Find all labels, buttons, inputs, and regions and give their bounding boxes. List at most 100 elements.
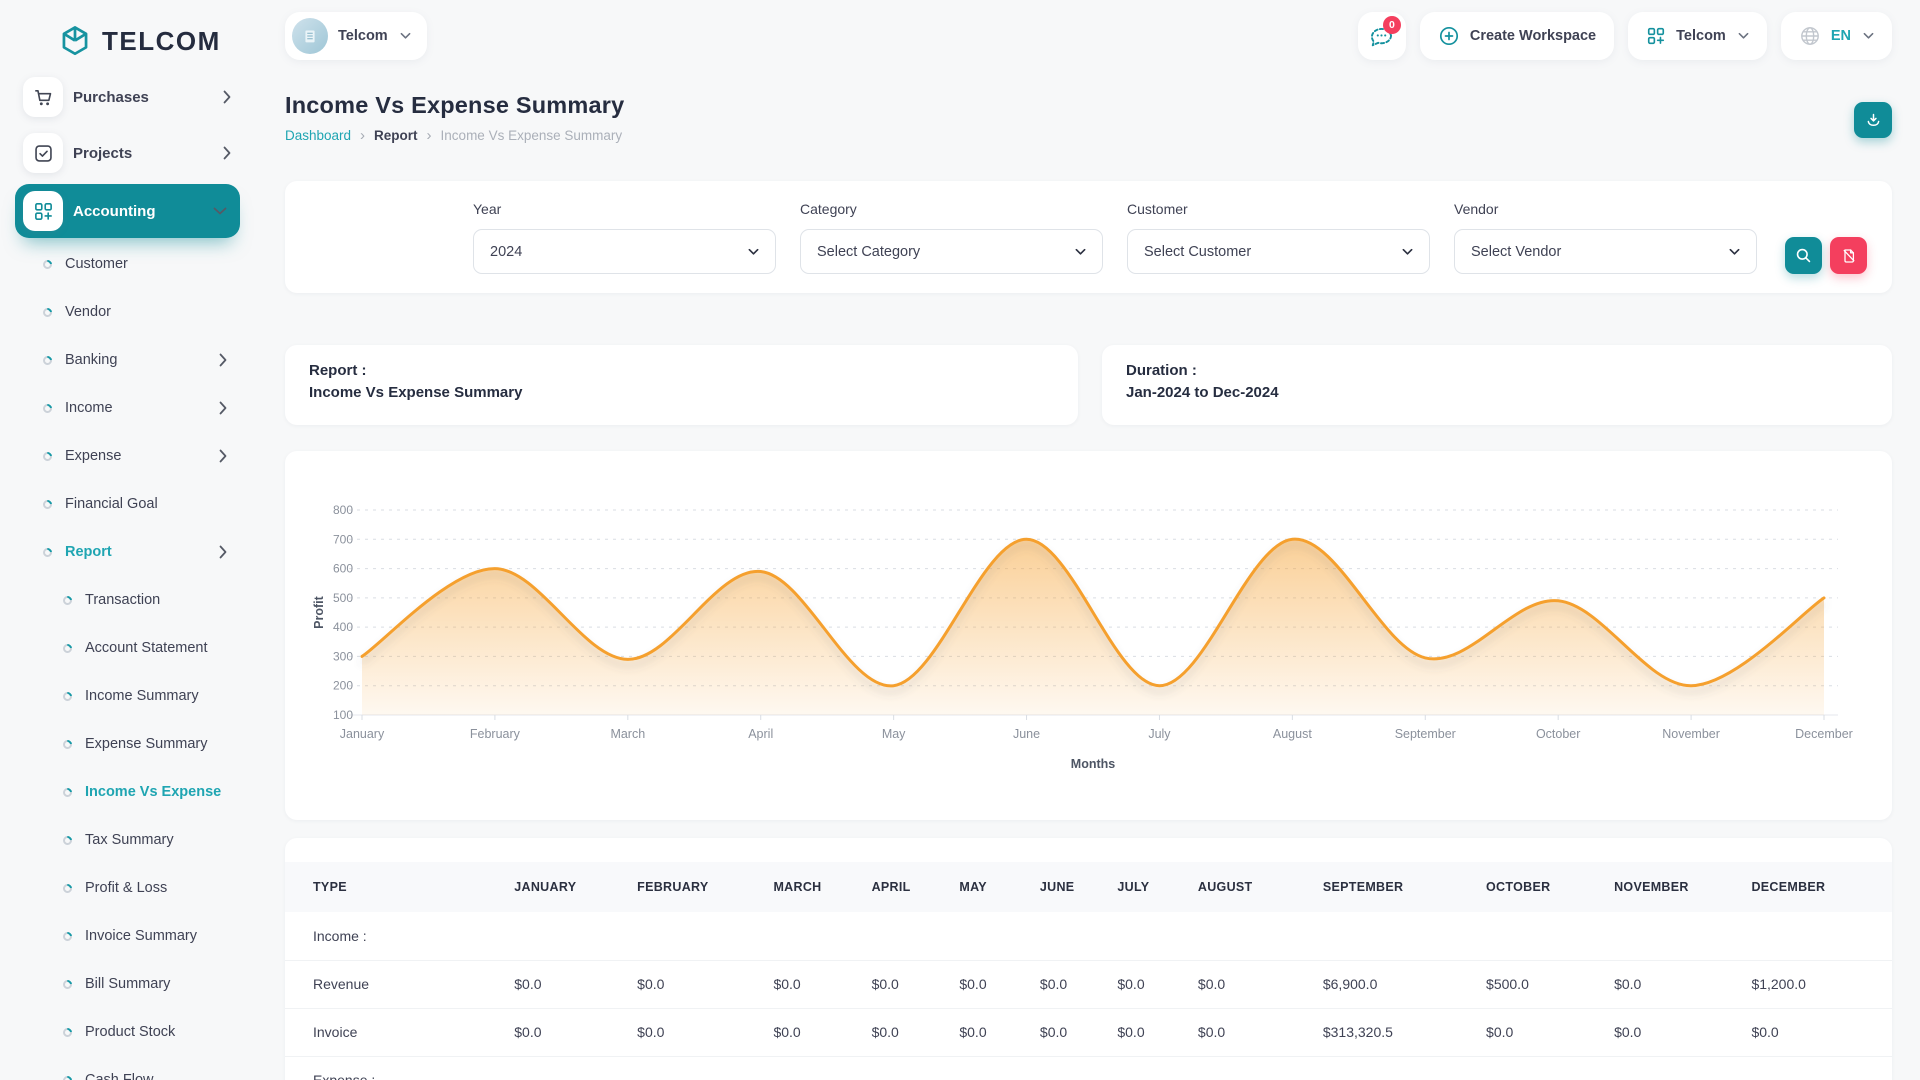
file-slash-icon [1841, 248, 1857, 264]
row-type: Revenue [285, 960, 515, 1009]
row-type: Invoice [285, 1008, 515, 1057]
sidebar-accounting-nav: Customer Vendor Banking Income Expense Financ… [0, 248, 255, 1080]
cell-value: $0.0 [959, 1008, 1040, 1057]
grid-plus-icon [23, 191, 63, 231]
sidebar-item-cash-flow[interactable]: Cash Flow [0, 1064, 255, 1080]
sidebar-item-label: Accounting [73, 202, 156, 220]
reset-filter-button[interactable] [1830, 237, 1867, 274]
svg-text:December: December [1795, 727, 1853, 741]
sidebar-item-projects[interactable]: Projects [0, 132, 255, 174]
breadcrumb-current: Income Vs Expense Summary [440, 128, 623, 143]
company-selector[interactable]: Telcom [1628, 12, 1767, 60]
chevron-right-icon [219, 353, 227, 367]
sidebar-item-income[interactable]: Income [0, 392, 255, 424]
sidebar-item-income-vs-expense[interactable]: Income Vs Expense [0, 776, 255, 808]
chevron-down-icon [400, 32, 411, 39]
sidebar-item-tax-summary[interactable]: Tax Summary [0, 824, 255, 856]
chevron-right-icon [223, 146, 231, 160]
cell-value: $500.0 [1486, 960, 1615, 1009]
column-header: OCTOBER [1486, 862, 1615, 912]
svg-text:November: November [1662, 727, 1720, 741]
duration-label: Duration : [1126, 362, 1197, 379]
profit-chart-svg: 100 200 300 400 500 600 700 800 January February… [312, 503, 1853, 771]
download-button[interactable] [1854, 102, 1892, 138]
svg-text:July: July [1148, 727, 1171, 741]
svg-text:January: January [340, 727, 385, 741]
year-select[interactable]: 2024 [473, 229, 776, 274]
create-workspace-button[interactable]: Create Workspace [1419, 12, 1615, 60]
sidebar-item-accounting[interactable]: Accounting [15, 184, 240, 238]
customer-label: Customer [1127, 201, 1188, 217]
sidebar-item-label: Cash Flow [85, 1072, 154, 1080]
customer-select-value: Select Customer [1144, 243, 1252, 260]
sidebar-item-label: Product Stock [85, 1024, 176, 1040]
svg-text:August: August [1273, 727, 1312, 741]
sidebar-item-expense[interactable]: Expense [0, 440, 255, 472]
sidebar-item-income-summary[interactable]: Income Summary [0, 680, 255, 712]
grid-plus-icon [1646, 26, 1666, 46]
notification-badge: 0 [1382, 16, 1401, 34]
chevron-down-icon [1729, 248, 1740, 255]
brand-name: TELCOM [102, 25, 221, 56]
column-header: MAY [959, 862, 1040, 912]
vendor-select[interactable]: Select Vendor [1454, 229, 1757, 274]
table-row: Invoice $0.0 $0.0 $0.0 $0.0 $0.0 $0.0 $0.0 $0.0 $… [285, 1008, 1892, 1057]
language-selector[interactable]: EN [1780, 12, 1892, 60]
cell-value: $0.0 [1039, 960, 1118, 1009]
sidebar-item-customer[interactable]: Customer [0, 248, 255, 280]
bullet-icon [41, 305, 54, 319]
chevron-down-icon [1402, 248, 1413, 255]
sidebar-item-invoice-summary[interactable]: Invoice Summary [0, 920, 255, 952]
profit-chart[interactable]: 100 200 300 400 500 600 700 800 January February… [309, 487, 1868, 787]
column-header: DECEMBER [1751, 862, 1892, 912]
sidebar-item-account-statement[interactable]: Account Statement [0, 632, 255, 664]
sidebar-item-banking[interactable]: Banking [0, 344, 255, 376]
workspace-selector[interactable]: Telcom [285, 12, 427, 60]
sidebar-item-label: Income Summary [85, 688, 199, 704]
breadcrumb-report[interactable]: Report [374, 128, 418, 143]
table-header-row: TYPE JANUARY FEBRUARY MARCH APRIL MAY JUNE JULY… [285, 862, 1892, 912]
svg-text:Months: Months [1071, 757, 1115, 771]
cell-value: $0.0 [871, 960, 960, 1009]
sidebar-item-label: Vendor [65, 304, 111, 320]
customer-select[interactable]: Select Customer [1127, 229, 1430, 274]
breadcrumb-dashboard[interactable]: Dashboard [285, 128, 351, 143]
svg-text:300: 300 [333, 649, 353, 663]
filter-bar: Year 2024 Category Select Category Custo… [285, 181, 1892, 293]
section-title: Expense : [285, 1056, 1892, 1080]
sidebar-item-label: Customer [65, 256, 128, 272]
sidebar-main-nav: Purchases Projects Accounting [0, 76, 255, 238]
sidebar-item-expense-summary[interactable]: Expense Summary [0, 728, 255, 760]
messages-button[interactable]: 0 [1357, 12, 1406, 60]
bullet-icon [61, 833, 74, 847]
bullet-icon [41, 353, 54, 367]
cell-value: $0.0 [1486, 1008, 1615, 1057]
sidebar-item-financial-goal[interactable]: Financial Goal [0, 488, 255, 520]
sidebar-item-label: Income [65, 400, 113, 416]
sidebar-item-vendor[interactable]: Vendor [0, 296, 255, 328]
sidebar-item-label: Income Vs Expense [85, 784, 222, 800]
sidebar-item-product-stock[interactable]: Product Stock [0, 1016, 255, 1048]
search-button[interactable] [1785, 237, 1822, 274]
customer-filter-group: Customer Select Customer [1127, 201, 1430, 293]
sidebar-item-bill-summary[interactable]: Bill Summary [0, 968, 255, 1000]
brand-logo[interactable]: TELCOM [0, 14, 255, 76]
bullet-icon [61, 1025, 74, 1039]
sidebar-item-report[interactable]: Report [0, 536, 255, 568]
cell-value: $0.0 [959, 960, 1040, 1009]
sidebar-item-profit-loss[interactable]: Profit & Loss [0, 872, 255, 904]
download-icon [1864, 111, 1883, 130]
sidebar-item-transaction[interactable]: Transaction [0, 584, 255, 616]
column-header: JANUARY [514, 862, 638, 912]
svg-text:February: February [470, 727, 521, 741]
sidebar-item-purchases[interactable]: Purchases [0, 76, 255, 118]
table-section-row: Income : [285, 912, 1892, 961]
sidebar-item-label: Banking [65, 352, 118, 368]
summary-row: Report : Income Vs Expense Summary Durat… [285, 345, 1892, 425]
category-select[interactable]: Select Category [800, 229, 1103, 274]
profit-chart-card: 100 200 300 400 500 600 700 800 January February… [285, 451, 1892, 820]
year-select-value: 2024 [490, 243, 523, 260]
chevron-right-icon [219, 449, 227, 463]
sidebar-item-label: Financial Goal [65, 496, 158, 512]
table-section-row: Expense : [285, 1056, 1892, 1080]
